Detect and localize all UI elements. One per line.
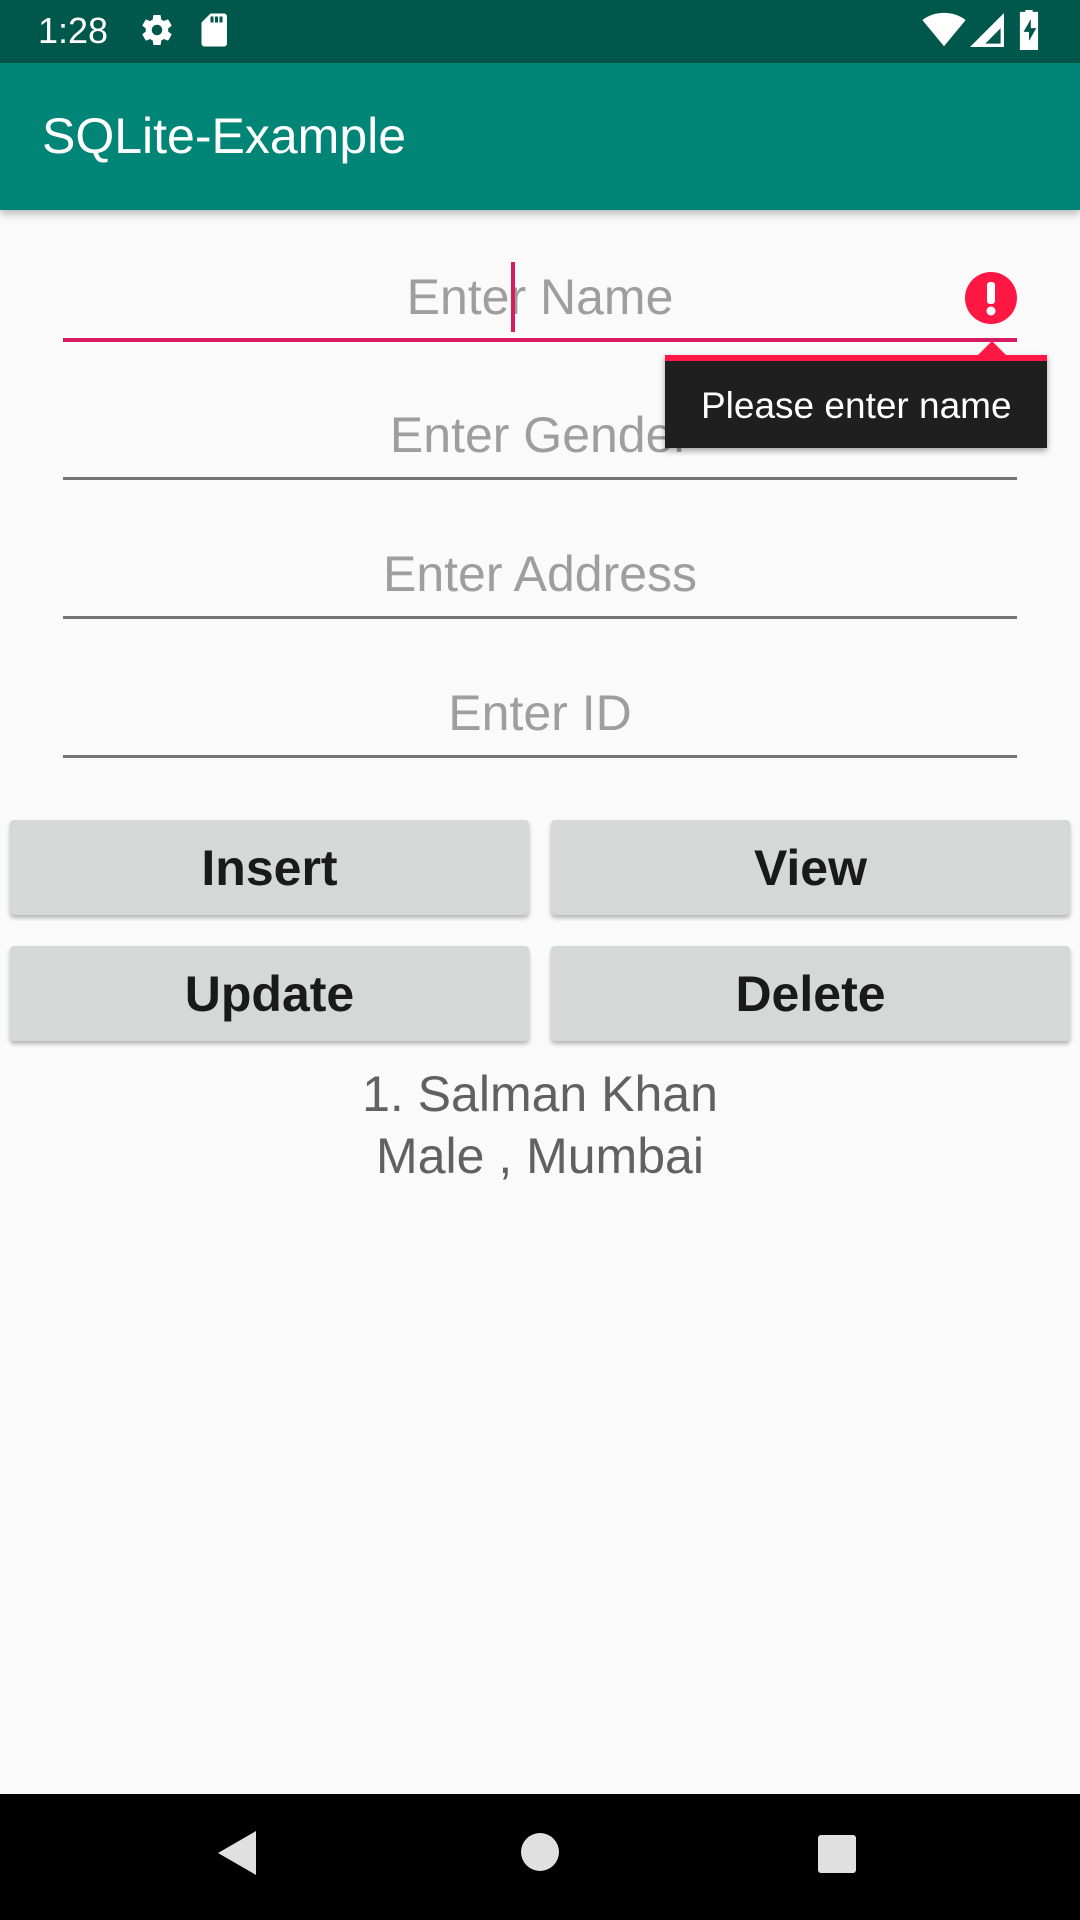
- back-icon[interactable]: [216, 1829, 258, 1882]
- result-line-2: Male , Mumbai: [376, 1128, 704, 1184]
- app-bar: SQLite-Example: [0, 63, 1080, 210]
- insert-button[interactable]: Insert: [10, 820, 529, 915]
- signal-icon: [970, 12, 1004, 53]
- battery-icon: [1018, 10, 1040, 55]
- app-title: SQLite-Example: [42, 108, 407, 164]
- name-field-container: [63, 252, 1017, 342]
- view-button[interactable]: View: [551, 820, 1070, 915]
- id-field-container: [63, 668, 1017, 758]
- error-tooltip-text: Please enter name: [701, 385, 1012, 426]
- id-input[interactable]: [63, 668, 1017, 758]
- id-field-underline: [63, 755, 1017, 758]
- address-input[interactable]: [63, 529, 1017, 619]
- tooltip-arrow: [978, 341, 1006, 355]
- navigation-bar: [0, 1794, 1080, 1920]
- error-tooltip: Please enter name: [665, 341, 1047, 448]
- result-text: 1. Salman Khan Male , Mumbai: [0, 1063, 1080, 1187]
- tooltip-accent-strip: [665, 355, 1047, 361]
- update-button[interactable]: Update: [10, 946, 529, 1041]
- sd-card-icon: [199, 12, 231, 53]
- status-time: 1:28: [38, 10, 109, 51]
- name-field-underline: [63, 338, 1017, 342]
- text-cursor: [511, 262, 515, 332]
- home-icon[interactable]: [519, 1831, 561, 1878]
- name-input[interactable]: [63, 252, 1017, 342]
- gear-icon: [139, 12, 175, 53]
- address-field-container: [63, 529, 1017, 619]
- recents-icon[interactable]: [817, 1834, 857, 1879]
- result-line-1: 1. Salman Khan: [362, 1066, 718, 1122]
- gender-field-underline: [63, 477, 1017, 480]
- address-field-underline: [63, 616, 1017, 619]
- error-icon[interactable]: [965, 272, 1017, 324]
- delete-button[interactable]: Delete: [551, 946, 1070, 1041]
- status-bar: 1:28: [0, 0, 1080, 63]
- wifi-icon: [922, 12, 966, 53]
